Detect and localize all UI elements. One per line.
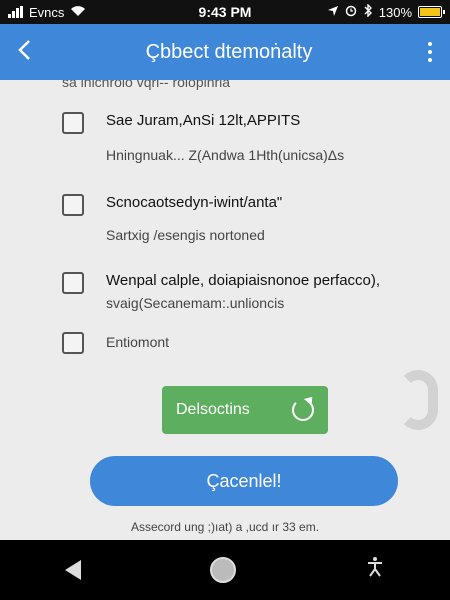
more-vertical-icon[interactable]: [410, 24, 450, 80]
carrier-label: Evncs: [29, 4, 65, 20]
cancel-button[interactable]: Çacenlel!: [90, 456, 398, 506]
status-right: 130%: [327, 3, 445, 20]
option-text-1: Sae Juram,AnSi 12lt,APPITS Hningnuak... …: [106, 112, 344, 163]
footer-note: Assecord ung ;)ıat) a ,ucd ır 33 em.: [130, 520, 320, 534]
option-text-2: Scnocaotsedyn-iwint/anta" Sartxig /eseng…: [106, 194, 282, 243]
option-item-4[interactable]: Entiomont: [62, 332, 169, 354]
refresh-icon: [292, 399, 314, 421]
option-subtitle-1: Hningnuak... Z(Andwa 1Hth(unicsa)Δs: [106, 147, 345, 163]
bluetooth-icon: [363, 3, 373, 20]
battery-icon: [418, 6, 445, 18]
delsoctins-label: Delsoctins: [176, 401, 250, 418]
chevron-left-icon: [17, 35, 31, 69]
option-checkbox-2[interactable]: [62, 194, 84, 216]
alarm-icon: [345, 5, 357, 20]
delsoctins-button[interactable]: Delsoctins: [162, 386, 328, 434]
accessibility-icon[interactable]: [365, 556, 385, 584]
wifi-icon: [70, 5, 86, 20]
status-left: Evncs: [8, 5, 86, 20]
back-triangle-icon[interactable]: [64, 560, 81, 580]
option-subtitle-2: Sartxig /esengis nortoned: [106, 227, 265, 243]
partial-list-item: sa lnicnrolo vqri-- rolopinrla: [62, 80, 231, 90]
status-bar: Evncs 9:43 PM 130%: [0, 0, 450, 24]
signal-icon: [8, 6, 23, 18]
battery-percent: 130%: [378, 4, 412, 20]
option-checkbox-1[interactable]: [62, 112, 84, 134]
back-button[interactable]: [0, 24, 48, 80]
cancel-label: Çacenlel!: [206, 470, 282, 491]
option-title-2: Scnocaotsedyn-iwint/anta": [106, 194, 283, 211]
background-shape: [398, 370, 438, 430]
option-title-3: Wenpal calple, doiapiaisnonoe perfacco),: [106, 272, 381, 289]
option-text-3: Wenpal calple, doiapiaisnonoe perfacco),…: [106, 272, 380, 311]
option-item-3[interactable]: Wenpal calple, doiapiaisnonoe perfacco),…: [62, 272, 380, 311]
battery-fill: [420, 8, 440, 16]
page-title: Çbbect dtemoṅalty: [145, 40, 313, 63]
option-text-4: Entiomont: [106, 332, 169, 350]
option-subtitle-3: svaig(Secanemam:.unlioncis: [106, 295, 285, 311]
home-circle-icon[interactable]: [209, 557, 236, 583]
option-item-2[interactable]: Scnocaotsedyn-iwint/anta" Sartxig /eseng…: [62, 194, 282, 243]
app-bar: Çbbect dtemoṅalty: [0, 24, 450, 80]
option-item-1[interactable]: Sae Juram,AnSi 12lt,APPITS Hningnuak... …: [62, 112, 344, 163]
content-sheet: sa lnicnrolo vqri-- rolopinrla Sae Juram…: [0, 80, 450, 540]
nav-bar: [0, 540, 450, 600]
location-icon: [327, 5, 339, 20]
option-checkbox-3[interactable]: [62, 272, 84, 294]
option-title-4: Entiomont: [106, 334, 170, 350]
option-checkbox-4[interactable]: [62, 332, 84, 354]
option-title-1: Sae Juram,AnSi 12lt,APPITS: [106, 112, 301, 129]
